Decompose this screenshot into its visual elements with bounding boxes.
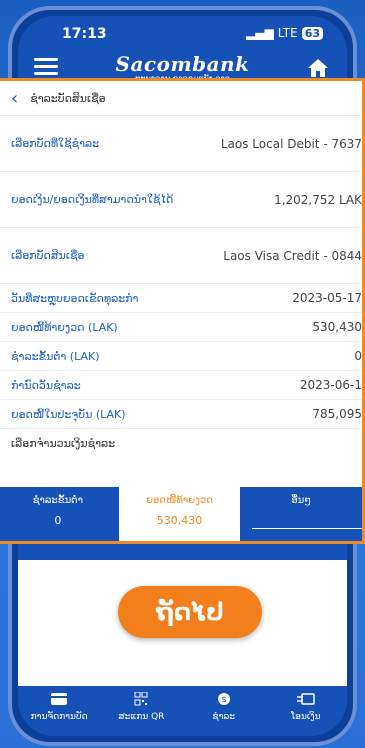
due-date-row: ກຳນົດວັນຊຳລະ 2023-06-1 <box>0 371 362 400</box>
next-button[interactable]: ຖັດໄປ <box>118 586 262 638</box>
row-value: 2023-05-17 <box>292 291 362 305</box>
bottom-navigation: ການຈັດການບັດ ສະແກນ QR $ ຊຳລະ ໂອນເງິນ <box>18 686 347 736</box>
network-label: LTE <box>277 26 298 40</box>
tab-other-amount[interactable]: ອື່ນໆ <box>240 487 362 541</box>
battery-icon: 63 <box>301 26 323 40</box>
credit-card-row[interactable]: ເລືອກບັດສິນເຊື່ອ Laos Visa Credit - 0844 <box>0 228 362 284</box>
row-label: ຍອດເງິນ/ຍອດເງິນທີ່ສາມາດນຳໃຊ້ໄດ້ <box>11 193 174 206</box>
row-label: ເລືອກບັດທີ່ໃຊ້ຊຳລະ <box>11 137 100 150</box>
row-value: 2023-06-1 <box>299 378 362 392</box>
row-label: ກຳນົດວັນຊຳລະ <box>11 378 81 392</box>
home-icon[interactable] <box>307 58 329 78</box>
row-label: ຍອດໜີ້ໃນປະຈຸບັນ (LAK) <box>11 407 126 421</box>
screen-title: ຊຳລະບັດສິນເຊື່ອ <box>30 91 106 105</box>
nav-payment[interactable]: $ ຊຳລະ <box>183 686 265 736</box>
balance-row: ຍອດເງິນ/ຍອດເງິນທີ່ສາມາດນຳໃຊ້ໄດ້ 1,202,75… <box>0 172 362 228</box>
network-status: ▂▄▆ LTE 63 <box>246 26 323 40</box>
payment-icon: $ <box>217 693 230 705</box>
row-label: ຊຳລະຂັ້ນຕ່ຳ (LAK) <box>11 349 100 363</box>
tab-label: ອື່ນໆ <box>291 495 311 506</box>
tab-amount: 0 <box>54 514 62 527</box>
row-value: 0 <box>354 349 362 363</box>
row-value: Laos Visa Credit - 0844 <box>223 248 362 263</box>
status-time: 17:13 <box>62 26 107 42</box>
tab-label: ຊຳລະຂັ້ນຕ່ຳ <box>32 495 83 506</box>
qr-icon <box>134 692 148 706</box>
nav-card-management[interactable]: ການຈັດການບັດ <box>18 686 100 736</box>
back-icon[interactable]: ‹ <box>11 88 18 109</box>
signal-icon: ▂▄▆ <box>246 26 274 40</box>
statement-balance-row: ຍອດໜີ້ທ້າຍງວດ (LAK) 530,430 <box>0 313 362 342</box>
nav-label: ຊຳລະ <box>212 712 235 722</box>
tab-amount: 530,430 <box>156 514 203 527</box>
screen-header: ‹ ຊຳລະບັດສິນເຊື່ອ <box>0 81 362 116</box>
nav-label: ການຈັດການບັດ <box>30 712 88 722</box>
tab-minimum-payment[interactable]: ຊຳລະຂັ້ນຕ່ຳ 0 <box>0 487 119 541</box>
nav-label: ໂອນເງິນ <box>291 712 321 722</box>
card-icon <box>51 693 68 705</box>
amount-tabs: ຊຳລະຂັ້ນຕ່ຳ 0 ຍອດໜີ້ທ້າຍງວດ 530,430 ອື່ນ… <box>0 487 362 541</box>
status-bar: 17:13 ▂▄▆ LTE 63 <box>18 16 347 46</box>
row-label: ເລືອກບັດສິນເຊື່ອ <box>11 249 85 262</box>
row-value: 785,095 <box>312 407 362 421</box>
payment-form-card: ‹ ຊຳລະບັດສິນເຊື່ອ ເລືອກບັດທີ່ໃຊ້ຊຳລະ Lao… <box>0 78 365 544</box>
row-label: ຍອດໜີ້ທ້າຍງວດ (LAK) <box>11 320 118 334</box>
transfer-icon <box>296 693 315 705</box>
nav-label: ສະແກນ QR <box>118 712 165 722</box>
row-value: 1,202,752 LAK <box>274 192 362 207</box>
tab-statement-balance[interactable]: ຍອດໜີ້ທ້າຍງວດ 530,430 <box>118 487 241 541</box>
row-label: ເລືອກຈຳນວນເງິນຊຳລະ <box>11 437 116 450</box>
row-value: Laos Local Debit - 7637 <box>220 136 362 151</box>
minimum-payment-row: ຊຳລະຂັ້ນຕ່ຳ (LAK) 0 <box>0 342 362 371</box>
svg-text:$: $ <box>221 695 226 704</box>
brand-name: Sacombank <box>115 52 250 76</box>
statement-date-row: ວັນທີ່ສະຫຼຸບຍອດເຂັດທຸລະກຳ 2023-05-17 <box>0 284 362 313</box>
nav-scan-qr[interactable]: ສະແກນ QR <box>100 686 182 736</box>
nav-transfer[interactable]: ໂອນເງິນ <box>265 686 347 736</box>
source-account-row[interactable]: ເລືອກບັດທີ່ໃຊ້ຊຳລະ Laos Local Debit - 76… <box>0 116 362 172</box>
tab-label: ຍອດໜີ້ທ້າຍງວດ <box>146 495 213 506</box>
current-balance-row: ຍອດໜີ້ໃນປະຈຸບັນ (LAK) 785,095 <box>0 400 362 429</box>
row-value: 530,430 <box>312 320 362 334</box>
select-amount-row: ເລືອກຈຳນວນເງິນຊຳລະ <box>0 429 362 458</box>
row-label: ວັນທີ່ສະຫຼຸບຍອດເຂັດທຸລະກຳ <box>11 291 139 305</box>
